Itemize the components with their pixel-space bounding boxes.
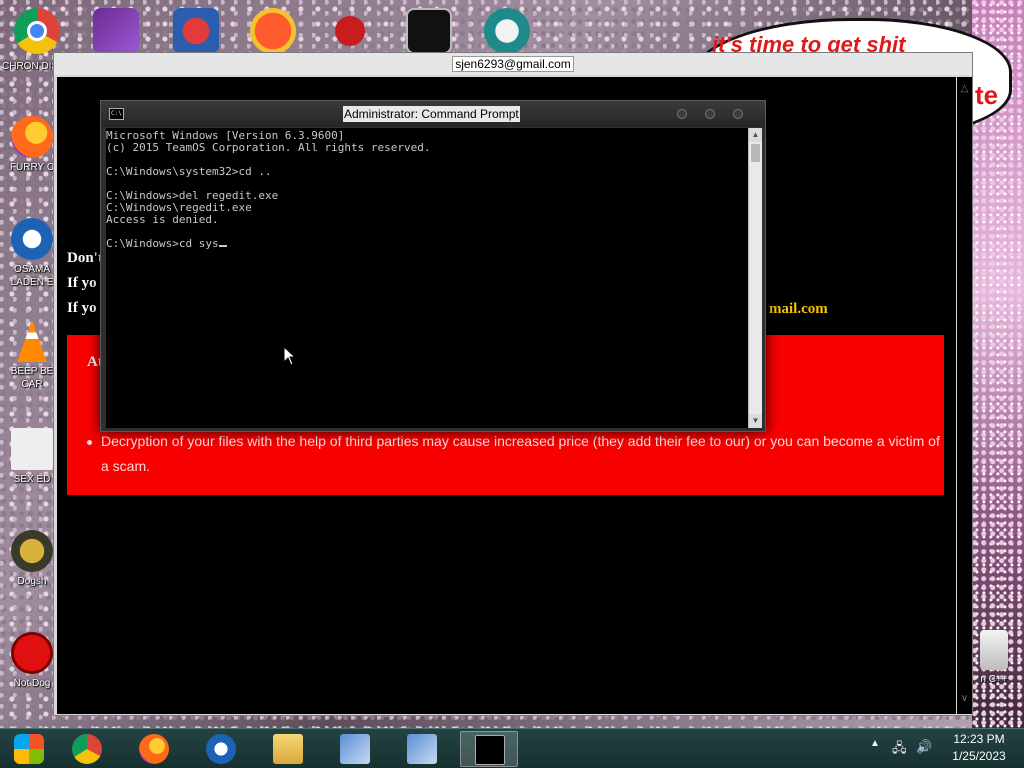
desktop-icon-label: OSAMA LADEN E <box>10 264 54 288</box>
taskbar-installer-2[interactable] <box>393 731 451 767</box>
console-line: Access is denied. <box>106 213 219 226</box>
console-input-text: C:\Windows>cd sys <box>106 237 219 250</box>
installer-icon <box>340 734 370 764</box>
close-button[interactable] <box>733 109 743 119</box>
scroll-up-icon[interactable]: △ <box>957 83 972 94</box>
desktop-icon-label: Dogsh <box>17 576 47 587</box>
mouse-cursor-icon <box>283 346 297 366</box>
installer-icon <box>407 734 437 764</box>
santa-icon[interactable] <box>484 8 530 54</box>
console-line: (c) 2015 TeamOS Corporation. All rights … <box>106 141 431 154</box>
taskbar-clock[interactable]: 12:23 PM 1/25/2023 <box>934 731 1024 765</box>
desktop-top-icon-chrome[interactable] <box>14 8 60 54</box>
start-button[interactable] <box>0 731 58 767</box>
ransom-line: If yo <box>67 275 97 291</box>
maximize-button[interactable] <box>705 109 715 119</box>
v2-icon[interactable] <box>173 8 219 54</box>
ransom-scrollbar[interactable]: △ ∨ <box>957 77 972 714</box>
cmd-vertical-scrollbar[interactable]: ▲ ▼ <box>748 128 762 428</box>
scroll-down-arrow-icon[interactable]: ▼ <box>749 414 762 428</box>
attention-bullet: Decryption of your files with the help o… <box>87 429 943 479</box>
desktop-icon-right[interactable]: n C++ <box>966 630 1022 686</box>
cmd-console-output[interactable]: Microsoft Windows [Version 6.3.9600] (c)… <box>106 128 748 428</box>
desktop-icon-label: FURRY C <box>9 162 55 173</box>
recycle-bin-icon <box>980 630 1008 670</box>
text-caret <box>218 245 227 247</box>
p-icon[interactable] <box>250 8 296 54</box>
ransom-window-title: sjen6293@gmail.com <box>452 56 574 72</box>
show-hidden-icons-chevron-icon[interactable]: ▲ <box>870 738 880 749</box>
desktop-icon-label: n C++ <box>980 674 1008 685</box>
taskbar-file-explorer[interactable] <box>259 731 317 767</box>
desktop-icon-label: SEX ED <box>13 474 51 485</box>
taskbar-chrome[interactable] <box>58 731 116 767</box>
scroll-thumb[interactable] <box>751 144 760 162</box>
desktop-icon-label: Not Dog <box>13 678 51 689</box>
red-bird-icon[interactable] <box>327 8 373 54</box>
desktop-icon-label: BEEP BE CAR <box>10 366 54 390</box>
console-line: C:\Windows\system32>cd .. <box>106 165 272 178</box>
windows-start-icon <box>14 734 44 764</box>
cmd-titlebar[interactable]: C:\ Administrator: Command Prompt <box>101 101 765 127</box>
file-explorer-icon <box>273 734 303 764</box>
clock-date: 1/25/2023 <box>952 749 1006 763</box>
clock-time: 12:23 PM <box>953 732 1005 746</box>
cmd-app-icon[interactable]: C:\ <box>109 108 124 120</box>
ransom-line: If yo <box>67 300 97 316</box>
scroll-up-arrow-icon[interactable]: ▲ <box>749 128 762 142</box>
hx-icon <box>11 428 53 470</box>
ransom-contact-email[interactable]: mail.com <box>769 301 828 318</box>
console-input-line[interactable]: C:\Windows>cd sys <box>106 238 748 250</box>
dogsh-icon <box>11 530 53 572</box>
ransom-line: Don't <box>67 250 103 266</box>
devcpp-icon <box>11 632 53 674</box>
chrome-icon <box>27 21 47 41</box>
taskbar-firefox[interactable] <box>125 731 183 767</box>
obama-logo-icon <box>206 734 236 764</box>
wallpaper-bubble-text-tail: te <box>975 80 999 110</box>
obama-logo-icon <box>11 218 53 260</box>
volume-icon[interactable]: 🔊 <box>916 739 932 755</box>
taskbar-installer-1[interactable] <box>326 731 384 767</box>
ransom-titlebar[interactable]: sjen6293@gmail.com <box>54 53 972 75</box>
scroll-down-icon[interactable]: ∨ <box>957 693 972 704</box>
minimize-button[interactable] <box>677 109 687 119</box>
network-icon[interactable]: 🖧 <box>892 739 907 761</box>
command-prompt-window[interactable]: C:\ Administrator: Command Prompt Micros… <box>100 100 766 432</box>
firefox-icon <box>11 116 53 158</box>
traffic-cone-icon <box>17 320 47 362</box>
cmd-icon <box>475 735 505 765</box>
chrome-icon <box>72 734 102 764</box>
cmd-icon[interactable] <box>406 8 452 54</box>
taskbar-command-prompt[interactable] <box>460 731 518 767</box>
cmd-window-title: Administrator: Command Prompt <box>343 106 520 122</box>
taskbar-obama[interactable] <box>192 731 250 767</box>
firefox-icon <box>139 734 169 764</box>
visual-studio-icon[interactable] <box>93 8 139 54</box>
